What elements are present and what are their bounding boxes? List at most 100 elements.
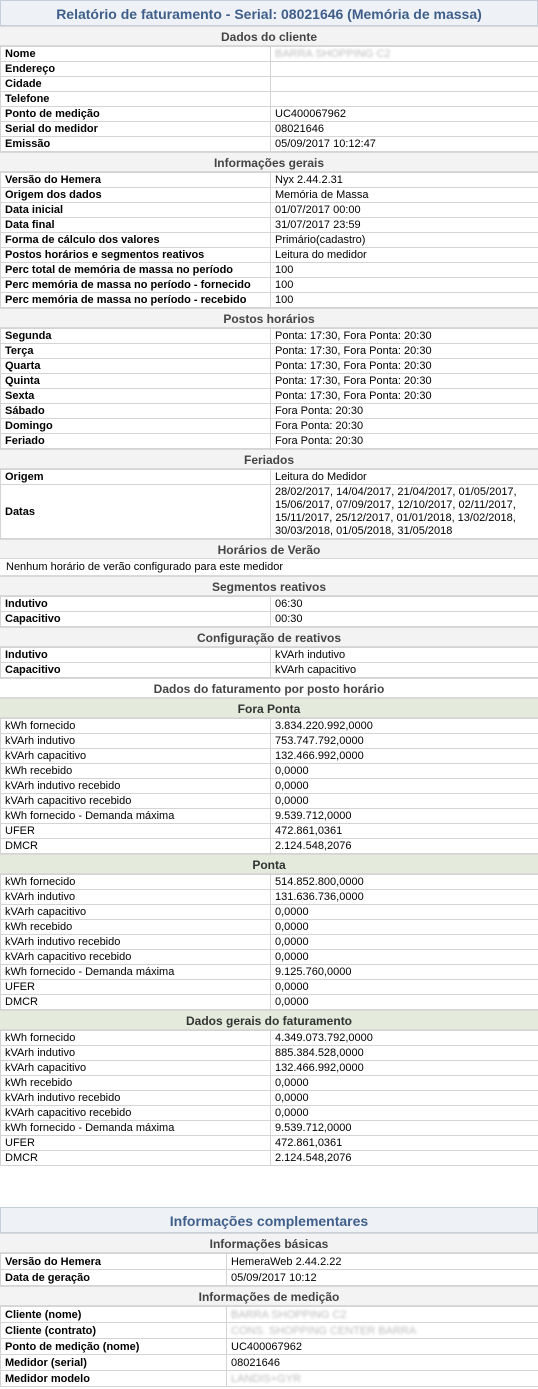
complementary-title: Informações complementares	[0, 1207, 538, 1233]
section-dados-gerais-faturamento: Dados gerais do faturamento	[0, 1010, 538, 1030]
table-row: UFER 0,0000	[0, 979, 538, 995]
row-value: Fora Ponta: 20:30	[270, 418, 538, 434]
row-label: Nome	[0, 46, 271, 62]
row-value: 9.539.712,0000	[270, 808, 538, 824]
table-row: kVArh capacitivo recebido 0,0000	[0, 949, 538, 965]
row-label: kWh fornecido - Demanda máxima	[0, 964, 271, 980]
complementary-info: Informações complementares Informações b…	[0, 1207, 538, 1387]
table-row: Forma de cálculo dos valores Primário(cad…	[0, 232, 538, 248]
row-label: kWh fornecido - Demanda máxima	[0, 1120, 271, 1136]
row-value	[270, 76, 538, 92]
table-row: kWh fornecido - Demanda máxima 9.125.760,…	[0, 964, 538, 980]
row-label: Serial do medidor	[0, 121, 271, 137]
row-label: Sexta	[0, 388, 271, 404]
row-value: 100	[270, 262, 538, 278]
section-ponta: Ponta	[0, 854, 538, 874]
row-value: 08021646	[226, 1354, 538, 1371]
row-value: kVArh indutivo	[270, 647, 538, 663]
table-row: Versão do Hemera HemeraWeb 2.44.2.22	[0, 1253, 538, 1270]
row-label: DMCR	[0, 994, 271, 1010]
table-row: kWh recebido 0,0000	[0, 1075, 538, 1091]
row-value: 472.861,0361	[270, 1135, 538, 1151]
row-label: kVArh indutivo recebido	[0, 778, 271, 794]
table-row: DMCR 0,0000	[0, 994, 538, 1010]
section-dados-cliente: Dados do cliente	[0, 26, 538, 46]
row-label: kWh recebido	[0, 1075, 271, 1091]
table-segmentos-reativos: Indutivo 06:30 Capacitivo 00:30	[0, 596, 538, 627]
row-value: Fora Ponta: 20:30	[270, 403, 538, 419]
table-row: kVArh capacitivo 132.466.992,0000	[0, 748, 538, 764]
table-row: Medidor modelo LANDIS+GYR	[0, 1370, 538, 1387]
feriados-origem-value: Leitura do Medidor	[270, 469, 538, 485]
row-value: 472.861,0361	[270, 823, 538, 839]
row-value: 06:30	[270, 596, 538, 612]
table-ponta: kWh fornecido 514.852.800,0000 kVArh indut…	[0, 874, 538, 1010]
feriados-origem-label: Origem	[0, 469, 271, 485]
report-title: Relatório de faturamento - Serial: 08021…	[0, 0, 538, 26]
table-row: kVArh indutivo recebido 0,0000	[0, 1090, 538, 1106]
row-value: 2.124.548,2076	[270, 838, 538, 854]
row-label: kVArh capacitivo	[0, 1060, 271, 1076]
table-row: Capacitivo 00:30	[0, 611, 538, 627]
row-value: 131.636.736,0000	[270, 889, 538, 905]
row-value: Ponta: 17:30, Fora Ponta: 20:30	[270, 358, 538, 374]
row-value	[270, 61, 538, 77]
row-label: Cliente (contrato)	[0, 1322, 227, 1339]
table-feriados: Origem Leitura do Medidor Datas 28/02/20…	[0, 469, 538, 539]
table-row: Data de geração 05/09/2017 10:12	[0, 1269, 538, 1286]
table-configuracao-reativos: Indutivo kVArh indutivo Capacitivo kVArh ca…	[0, 647, 538, 678]
table-row: Origem Leitura do Medidor	[0, 469, 538, 485]
row-label: Emissão	[0, 136, 271, 152]
row-value: 9.539.712,0000	[270, 1120, 538, 1136]
row-label: Cliente (nome)	[0, 1306, 227, 1323]
table-informacoes-medicao: Cliente (nome) BARRA SHOPPING C2 Cliente (…	[0, 1306, 538, 1387]
table-row: UFER 472.861,0361	[0, 823, 538, 839]
row-value: Ponta: 17:30, Fora Ponta: 20:30	[270, 328, 538, 344]
row-value: 100	[270, 292, 538, 308]
row-value: Fora Ponta: 20:30	[270, 433, 538, 449]
row-label: kVArh capacitivo recebido	[0, 1105, 271, 1121]
section-informacoes-basicas: Informações básicas	[0, 1233, 538, 1253]
row-value: 9.125.760,0000	[270, 964, 538, 980]
table-row: kVArh indutivo recebido 0,0000	[0, 934, 538, 950]
row-label: Endereço	[0, 61, 271, 77]
row-label: kVArh indutivo recebido	[0, 1090, 271, 1106]
table-row: kVArh capacitivo 0,0000	[0, 904, 538, 920]
row-value: 0,0000	[270, 949, 538, 965]
row-label: Perc memória de massa no período - forne…	[0, 277, 271, 293]
row-label: Versão do Hemera	[0, 1253, 227, 1270]
table-row: Serial do medidor 08021646	[0, 121, 538, 137]
row-label: Cidade	[0, 76, 271, 92]
table-row: kWh recebido 0,0000	[0, 763, 538, 779]
table-row: Perc memória de massa no período - forne…	[0, 277, 538, 293]
table-fora-ponta: kWh fornecido 3.834.220.992,0000 kVArh ind…	[0, 718, 538, 854]
billing-report: Relatório de faturamento - Serial: 08021…	[0, 0, 538, 1166]
row-value: 05/09/2017 10:12:47	[270, 136, 538, 152]
section-informacoes-medicao: Informações de medição	[0, 1286, 538, 1306]
table-informacoes-gerais: Versão do Hemera Nyx 2.44.2.31 Origem dos …	[0, 172, 538, 308]
table-row: Nome BARRA SHOPPING C2	[0, 46, 538, 62]
row-value: 514.852.800,0000	[270, 874, 538, 890]
row-label: Indutivo	[0, 596, 271, 612]
row-value: 0,0000	[270, 763, 538, 779]
table-row: Perc total de memória de massa no períod…	[0, 262, 538, 278]
row-label: Indutivo	[0, 647, 271, 663]
table-row: Domingo Fora Ponta: 20:30	[0, 418, 538, 434]
table-row: DMCR 2.124.548,2076	[0, 1150, 538, 1166]
feriados-datas-label: Datas	[0, 484, 271, 539]
row-label: kWh fornecido	[0, 718, 271, 734]
table-row: Perc memória de massa no período - receb…	[0, 292, 538, 308]
table-row: Cliente (nome) BARRA SHOPPING C2	[0, 1306, 538, 1323]
row-label: kWh fornecido	[0, 874, 271, 890]
row-label: kVArh capacitivo recebido	[0, 793, 271, 809]
section-dados-faturamento: Dados do faturamento por posto horário	[0, 678, 538, 698]
row-value: 132.466.992,0000	[270, 748, 538, 764]
row-label: kVArh capacitivo recebido	[0, 949, 271, 965]
row-label: Data inicial	[0, 202, 271, 218]
row-value: Primário(cadastro)	[270, 232, 538, 248]
row-value: 08021646	[270, 121, 538, 137]
row-value: 0,0000	[270, 904, 538, 920]
table-row: kWh fornecido 4.349.073.792,0000	[0, 1030, 538, 1046]
row-label: Origem dos dados	[0, 187, 271, 203]
table-row: Postos horários e segmentos reativos Leit…	[0, 247, 538, 263]
